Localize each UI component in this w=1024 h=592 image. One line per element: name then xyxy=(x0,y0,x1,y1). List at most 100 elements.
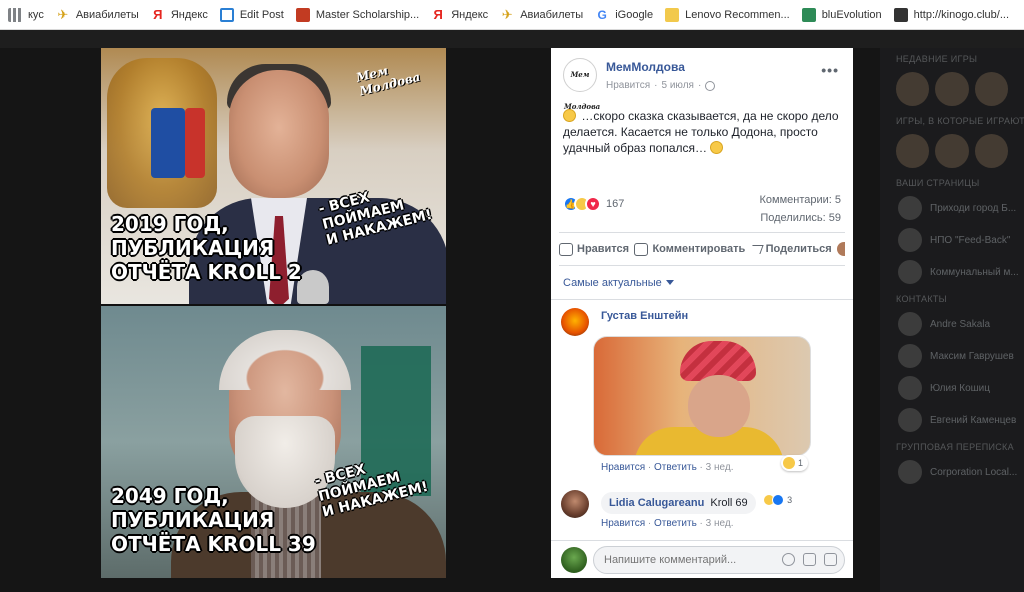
master-icon xyxy=(295,7,310,22)
airplane-icon: ✈ xyxy=(57,6,69,22)
yandex-icon: Я xyxy=(153,6,163,22)
kinogo-icon xyxy=(893,7,908,22)
sidebar-section-group-chats: ГРУППОВАЯ ПЕРЕПИСКА xyxy=(896,442,1014,452)
right-sidebar: НЕДАВНИЕ ИГРЫ ИГРЫ, В КОТОРЫЕ ИГРАЮТ ВАШ… xyxy=(880,48,1024,592)
sidebar-page-item[interactable]: НПО "Feed-Back" xyxy=(880,224,1024,256)
games-played-avatars xyxy=(880,130,1024,172)
face-shape xyxy=(688,375,750,437)
game-avatar[interactable] xyxy=(896,72,930,106)
commenter-avatar[interactable] xyxy=(561,490,589,518)
flag-blue-stripe xyxy=(151,108,185,178)
google-icon: G xyxy=(597,7,607,22)
current-user-avatar[interactable] xyxy=(561,547,587,573)
game-avatar[interactable] xyxy=(974,134,1008,168)
bookmark-yandex-2[interactable]: Я Яндекс xyxy=(427,0,496,29)
edit-icon xyxy=(219,7,234,22)
reactions-summary[interactable]: 👍 ♥ 167 xyxy=(563,196,624,212)
comment-button[interactable]: Комментировать xyxy=(634,242,745,256)
comment-reaction-badge[interactable]: 3 xyxy=(763,494,792,506)
bookmark-master-scholarship[interactable]: Master Scholarship... xyxy=(292,0,427,29)
watermark-logo: Мем Молдова xyxy=(354,63,422,99)
share-button[interactable]: Поделиться xyxy=(748,243,832,255)
game-avatar[interactable] xyxy=(896,134,930,168)
reactions-count: 167 xyxy=(606,198,625,210)
recent-games-avatars xyxy=(880,68,1024,110)
sidebar-contact-item[interactable]: Юлия Кошиц xyxy=(880,372,1024,404)
share-as-avatar[interactable] xyxy=(837,242,845,256)
comment-reply-link[interactable]: Ответить xyxy=(654,462,697,473)
commenter-name[interactable]: Lidia Calugareanu xyxy=(609,497,704,509)
game-avatar[interactable] xyxy=(935,72,969,106)
commenter-name[interactable]: Густав Енштейн xyxy=(601,310,853,322)
chevron-down-icon xyxy=(665,280,674,285)
top-caption: 2019 ГОД, ПУБЛИКАЦИЯ ОТЧЁТА KROLL 2 xyxy=(111,212,302,284)
globe-icon xyxy=(705,80,716,91)
sidebar-section-your-pages: ВАШИ СТРАНИЦЫ xyxy=(896,178,980,188)
bookmark-yandex[interactable]: Я Яндекс xyxy=(147,0,216,29)
page-name-link[interactable]: МемМолдова xyxy=(606,60,685,74)
haha-reaction-icon xyxy=(783,457,795,469)
more-options-button[interactable]: ••• xyxy=(821,62,839,78)
like-button[interactable]: Нравится xyxy=(559,242,629,256)
contact-avatar xyxy=(898,408,922,432)
sidebar-section-contacts: КОНТАКТЫ xyxy=(896,294,947,304)
wink-emoji-icon xyxy=(710,141,724,154)
sidebar-contact-item[interactable]: Максим Гаврушев xyxy=(880,340,1024,372)
post-text-body: …скоро сказка сказывается, да не скоро д… xyxy=(563,109,839,155)
camera-icon[interactable] xyxy=(803,553,816,566)
bookmark-lenovo[interactable]: Lenovo Recommen... xyxy=(661,0,798,29)
hair-shape xyxy=(219,330,351,390)
share-icon xyxy=(748,244,764,254)
shares-count-link[interactable]: Поделились: 59 xyxy=(760,212,841,224)
bookmark-apps[interactable]: кус xyxy=(4,0,52,29)
comment-item: Густав Енштейн Нравится · Ответить · 3 н… xyxy=(551,300,853,473)
comment-gif-image[interactable] xyxy=(593,336,811,456)
post-actions: Нравится Комментировать Поделиться xyxy=(559,232,845,266)
sidebar-contact-item[interactable]: Andre Sakala xyxy=(880,308,1024,340)
bluevolution-icon xyxy=(801,7,816,22)
comment-text: Kroll 69 xyxy=(710,497,748,509)
comment-like-link[interactable]: Нравится xyxy=(601,462,645,473)
page-avatar[interactable]: Мем Молдова xyxy=(563,58,600,111)
comment-time[interactable]: 3 нед. xyxy=(706,462,734,473)
sidebar-group-item[interactable]: Corporation Local... xyxy=(880,456,1024,488)
game-avatar[interactable] xyxy=(974,72,1008,106)
comment-like-link[interactable]: Нравится xyxy=(601,518,645,529)
comments-filter-dropdown[interactable]: Самые актуальные xyxy=(551,266,853,300)
post-photo[interactable]: Мем Молдова 2019 ГОД, ПУБЛИКАЦИЯ ОТЧЁТА … xyxy=(101,48,446,578)
commenter-avatar[interactable] xyxy=(561,308,589,336)
folder-icon xyxy=(665,7,680,22)
sidebar-contact-item[interactable]: Евгений Каменцев xyxy=(880,404,1024,436)
comment-composer: GIF xyxy=(551,540,853,578)
sidebar-page-item[interactable]: Коммунальный м... xyxy=(880,256,1024,288)
comment-item: Lidia Calugareanu Kroll 69 3 Нравится · … xyxy=(551,482,853,538)
post-date[interactable]: 5 июля xyxy=(661,80,693,91)
sticker-icon[interactable] xyxy=(824,553,837,566)
comment-reaction-badge[interactable]: 1 xyxy=(781,455,809,471)
comments-count-link[interactable]: Комментарии: 5 xyxy=(759,194,841,206)
like-reaction-icon xyxy=(772,494,785,506)
sidebar-page-item[interactable]: Приходи город Б... xyxy=(880,192,1024,224)
meme-bottom-panel: 2049 ГОД, ПУБЛИКАЦИЯ ОТЧЁТА KROLL 39 - В… xyxy=(101,306,446,578)
bookmark-kinogo[interactable]: http://kinogo.club/... xyxy=(890,0,1017,29)
airplane-icon: ✈ xyxy=(501,6,513,22)
meme-top-panel: Мем Молдова 2019 ГОД, ПУБЛИКАЦИЯ ОТЧЁТА … xyxy=(101,48,446,304)
bookmark-aviabilety-2[interactable]: ✈ Авиабилеты xyxy=(496,0,591,29)
comment-reply-link[interactable]: Ответить xyxy=(654,518,697,529)
love-reaction-icon: ♥ xyxy=(585,196,601,212)
bookmark-igoogle[interactable]: GiGoogle xyxy=(591,0,661,29)
emoji-icon[interactable] xyxy=(782,553,795,566)
composer-icons: GIF xyxy=(782,553,837,566)
game-avatar[interactable] xyxy=(935,134,969,168)
page-liked-label[interactable]: Нравится xyxy=(606,80,650,91)
bookmark-bluevolution[interactable]: bluEvolution xyxy=(798,0,890,29)
bookmark-edit-post[interactable]: Edit Post xyxy=(216,0,292,29)
bookmark-aviabilety[interactable]: ✈ Авиабилеты xyxy=(52,0,147,29)
comment-time[interactable]: 3 нед. xyxy=(706,518,734,529)
post-header: Мем Молдова МемМолдова Нравится · 5 июля… xyxy=(551,48,853,111)
post-card: Мем Молдова МемМолдова Нравится · 5 июля… xyxy=(551,48,853,578)
contact-avatar xyxy=(898,344,922,368)
page-avatar xyxy=(898,260,922,284)
sidebar-section-recent-games: НЕДАВНИЕ ИГРЫ xyxy=(896,54,978,64)
backdrop-topbar xyxy=(0,30,1024,48)
